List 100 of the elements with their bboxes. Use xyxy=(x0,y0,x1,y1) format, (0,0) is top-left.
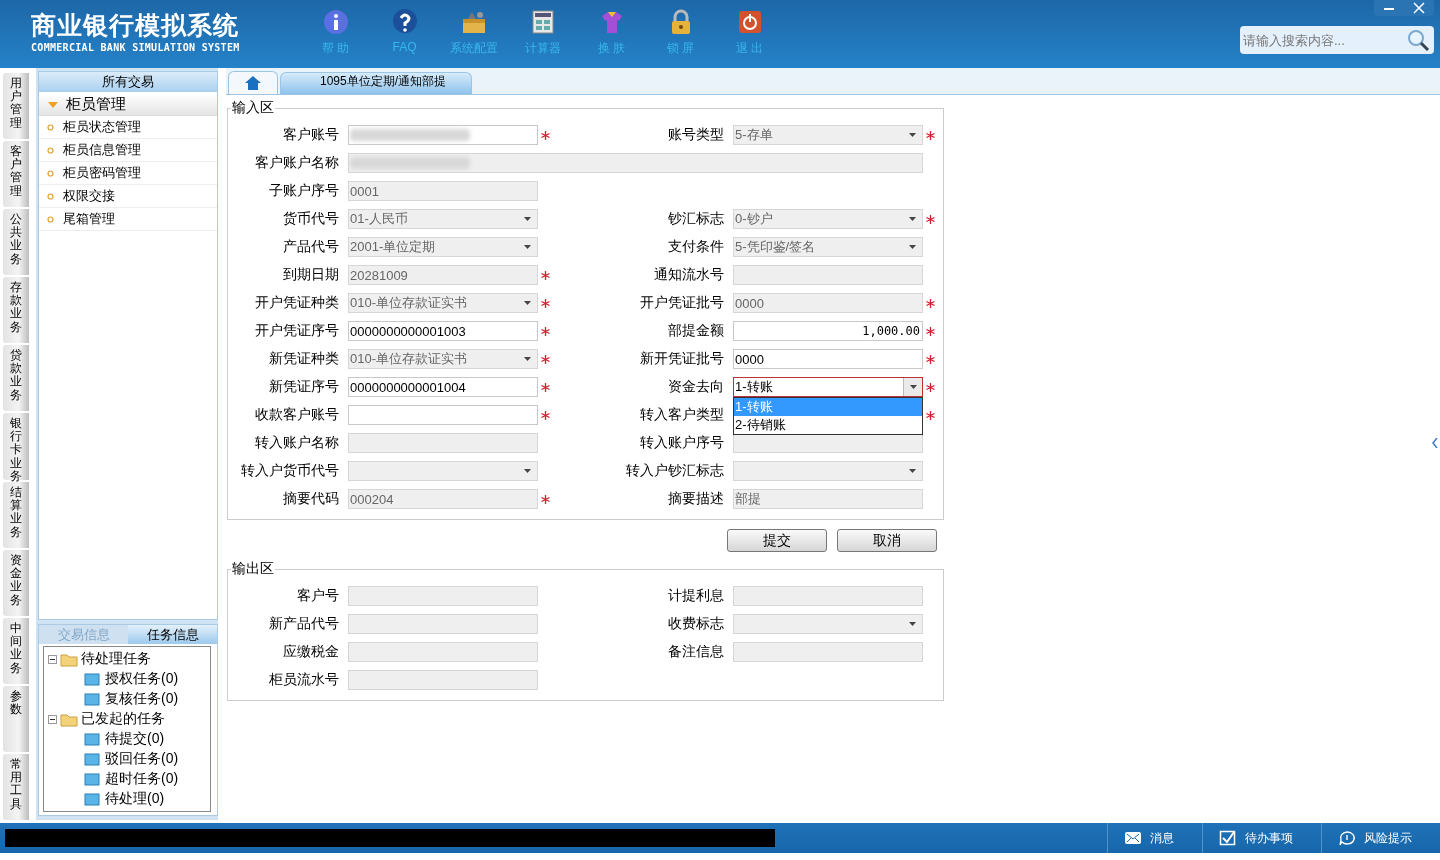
field-label: 客户账号 xyxy=(282,126,340,144)
menu-item[interactable]: 权限交接 xyxy=(63,187,115,205)
field-label: 通知流水号 xyxy=(653,266,725,284)
bullet-icon xyxy=(47,169,54,177)
field-label: 转入户货币代号 xyxy=(240,462,340,480)
folder-icon xyxy=(60,651,78,667)
field-label: 到期日期 xyxy=(282,266,340,284)
field-label: 新产品代号 xyxy=(268,615,340,633)
field-label: 摘要描述 xyxy=(667,490,725,508)
collapse-icon[interactable] xyxy=(48,654,57,664)
input-field[interactable]: 0000000000001003 xyxy=(348,321,538,341)
expand-icon xyxy=(48,100,58,109)
form-button[interactable]: 提交 xyxy=(727,529,827,552)
side-tab[interactable]: 存款业务 xyxy=(3,277,29,343)
field-label: 新凭证序号 xyxy=(268,378,340,396)
caret-icon xyxy=(909,133,916,137)
tree-item[interactable]: 待处理任务 xyxy=(81,650,151,668)
field-label: 开户凭证批号 xyxy=(639,294,725,312)
caret-icon xyxy=(909,469,916,473)
tree-item[interactable]: 授权任务(0) xyxy=(105,670,179,688)
tree-item[interactable]: 超时任务(0) xyxy=(105,770,179,788)
app-subtitle: COMMERCIAL BANK SIMULATION SYSTEM xyxy=(31,42,241,53)
side-tab[interactable]: 常用工具 xyxy=(3,754,29,820)
caret-icon xyxy=(524,217,531,221)
side-tab[interactable]: 客户管理 xyxy=(3,141,29,207)
menu-item[interactable]: 柜员密码管理 xyxy=(63,164,141,182)
tree-item[interactable]: 复核任务(0) xyxy=(105,690,179,708)
menu-group[interactable]: 柜员管理 xyxy=(39,94,217,116)
field-label: 部提金额 xyxy=(667,322,725,340)
side-tab[interactable]: 资金业务 xyxy=(3,550,29,616)
field-label: 转入账户名称 xyxy=(254,434,340,452)
field-label: 钞汇标志 xyxy=(667,210,725,228)
field-label: 摘要代码 xyxy=(282,490,340,508)
field-label: 应缴税金 xyxy=(282,643,340,661)
page-tab[interactable]: 1095单位定期/通知部提 xyxy=(280,72,472,94)
tree-item[interactable]: 待处理(0) xyxy=(105,790,165,808)
field-label: 开户凭证序号 xyxy=(254,322,340,340)
home-icon xyxy=(244,75,262,91)
dropdown-option[interactable]: 2-待销账 xyxy=(734,416,922,434)
field-label: 子账户序号 xyxy=(268,182,340,200)
caret-icon xyxy=(524,301,531,305)
menu-item[interactable]: 尾箱管理 xyxy=(63,210,115,228)
section-title: 输入区 xyxy=(231,99,275,117)
mail-icon xyxy=(1124,830,1142,846)
menu-item[interactable]: 柜员状态管理 xyxy=(63,118,141,136)
search-icon[interactable] xyxy=(1406,28,1430,52)
field-label: 客户号 xyxy=(296,587,340,605)
app-title: 商业银行模拟系统 xyxy=(31,10,240,40)
section-title: 输出区 xyxy=(231,560,275,578)
field-label: 收费标志 xyxy=(667,615,725,633)
field-label: 产品代号 xyxy=(282,238,340,256)
folder-icon xyxy=(84,672,100,686)
status-item[interactable]: 风险提示 xyxy=(1321,823,1440,853)
input-field[interactable]: 1,000.00 xyxy=(733,321,923,341)
folder-icon xyxy=(84,732,100,746)
field-label: 计提利息 xyxy=(667,587,725,605)
input-field[interactable] xyxy=(348,125,538,145)
field-label: 支付条件 xyxy=(667,238,725,256)
caret-icon xyxy=(524,357,531,361)
home-tab[interactable] xyxy=(228,71,278,94)
tree-item[interactable]: 驳回任务(0) xyxy=(105,750,179,768)
side-tab[interactable]: 中间业务 xyxy=(3,618,29,684)
input-field[interactable]: 0000 xyxy=(733,349,923,369)
field-label: 转入户钞汇标志 xyxy=(625,462,725,480)
panel-tab[interactable]: 任务信息 xyxy=(128,625,217,644)
side-tab[interactable]: 银行卡业务 xyxy=(3,413,29,480)
field-label: 转入客户类型 xyxy=(639,406,725,424)
side-tab[interactable]: 公共业务 xyxy=(3,209,29,275)
field-label: 货币代号 xyxy=(282,210,340,228)
caret-icon xyxy=(909,217,916,221)
input-field[interactable] xyxy=(348,405,538,425)
speech-bubble-icon xyxy=(1338,830,1356,846)
bullet-icon xyxy=(47,146,54,154)
tree-item[interactable]: 待提交(0) xyxy=(105,730,165,748)
input-field[interactable]: 0000000000001004 xyxy=(348,377,538,397)
side-tab[interactable]: 结算业务 xyxy=(3,482,29,548)
caret-icon xyxy=(524,245,531,249)
group-label: 柜员管理 xyxy=(66,95,126,114)
collapse-icon[interactable] xyxy=(48,714,57,724)
info-icon xyxy=(321,8,350,36)
tree-item[interactable]: 已发起的任务 xyxy=(81,710,165,728)
field-label: 开户凭证种类 xyxy=(254,294,340,312)
caret-icon xyxy=(909,245,916,249)
side-tab[interactable]: 参数 xyxy=(3,686,29,752)
status-item[interactable]: 待办事项 xyxy=(1202,823,1321,853)
menu-item[interactable]: 柜员信息管理 xyxy=(63,141,141,159)
folder-icon xyxy=(60,711,78,727)
folder-icon xyxy=(84,752,100,766)
field-label: 新开凭证批号 xyxy=(639,350,725,368)
form-button[interactable]: 取消 xyxy=(837,529,937,552)
panel-header: 所有交易 xyxy=(39,72,217,92)
bullet-icon xyxy=(47,215,54,223)
status-item[interactable]: 消息 xyxy=(1107,823,1202,853)
bullet-icon xyxy=(47,192,54,200)
side-tab[interactable]: 用户管理 xyxy=(3,73,29,139)
field-label: 客户账户名称 xyxy=(254,154,340,172)
caret-icon xyxy=(903,378,922,396)
search-field[interactable]: 请输入搜索内容... xyxy=(1240,26,1434,54)
side-tab[interactable]: 贷款业务 xyxy=(3,345,29,411)
folder-icon xyxy=(84,692,100,706)
